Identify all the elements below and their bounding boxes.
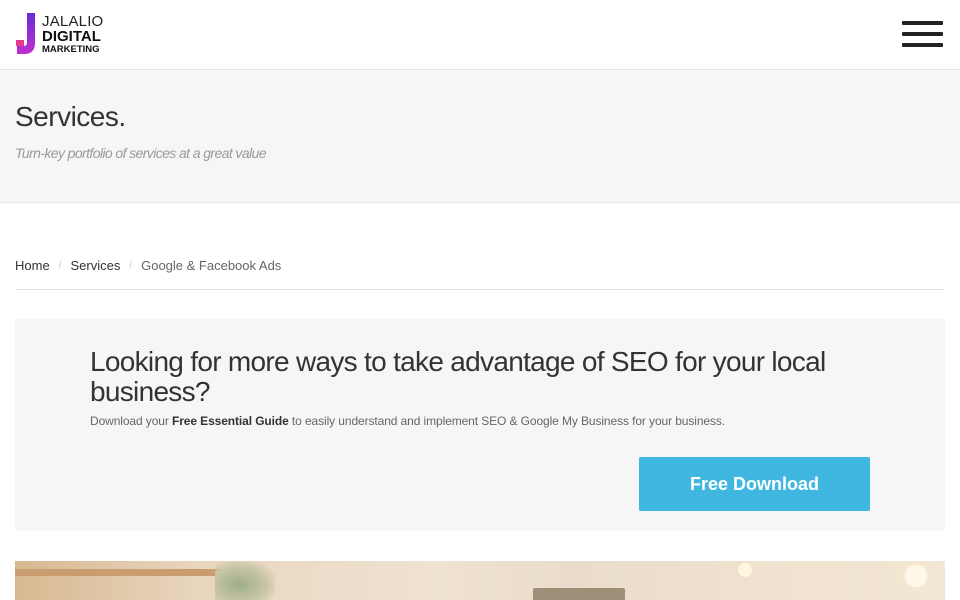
hero-lamp	[738, 563, 752, 577]
site-header: JALALIO DIGITAL MARKETING	[0, 0, 960, 70]
menu-bar-bottom	[902, 43, 943, 47]
page-title: Services.	[15, 101, 126, 132]
breadcrumb: Home / Services / Google & Facebook Ads	[15, 258, 945, 290]
seo-guide-cta: Looking for more ways to take advantage …	[15, 319, 945, 531]
logo-line-3: MARKETING	[42, 44, 100, 55]
menu-bar-middle	[902, 32, 943, 36]
breadcrumb-separator: /	[129, 260, 133, 271]
logo-j-mark-icon	[16, 13, 35, 54]
logo-line-1: JALALIO	[42, 13, 104, 30]
breadcrumb-services[interactable]: Services	[70, 258, 120, 273]
hero-shelf	[15, 569, 235, 576]
breadcrumb-home[interactable]: Home	[15, 258, 50, 273]
hamburger-menu-icon[interactable]	[902, 20, 944, 50]
logo-wordmark: JALALIO DIGITAL MARKETING	[42, 14, 103, 55]
hero-frame	[533, 588, 625, 600]
free-download-button[interactable]: Free Download	[639, 457, 870, 511]
cta-text-before: Download your	[90, 414, 172, 428]
office-hero-image	[15, 561, 945, 600]
cta-text-highlight: Free Essential Guide	[171, 414, 289, 428]
cta-heading: Looking for more ways to take advantage …	[90, 346, 826, 407]
hero-lamp	[905, 565, 927, 587]
page-title-band: Services. Turn-key portfolio of services…	[0, 71, 960, 203]
logo-line-2: DIGITAL	[42, 28, 101, 45]
cta-text-after: to easily understand and implement SEO &…	[288, 414, 726, 428]
breadcrumb-separator: /	[58, 260, 62, 271]
page-subtitle: Turn-key portfolio of services at a grea…	[15, 145, 267, 161]
hero-plant	[215, 561, 275, 600]
menu-bar-top	[902, 21, 943, 25]
site-logo[interactable]: JALALIO DIGITAL MARKETING	[15, 13, 115, 55]
cta-description: Download your Free Essential Guide to ea…	[90, 414, 725, 428]
breadcrumb-current: Google & Facebook Ads	[141, 258, 282, 273]
